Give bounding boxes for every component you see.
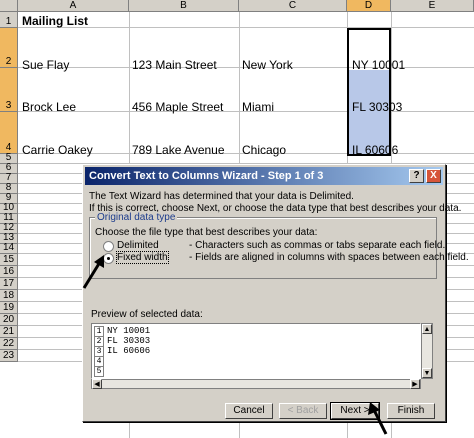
option-fixed-width-desc: - Fields are aligned in columns with spa…	[189, 252, 469, 263]
option-delimited-label[interactable]: Delimited	[117, 240, 159, 251]
cancel-button[interactable]: Cancel	[225, 403, 273, 419]
radio-fixed-width[interactable]	[103, 253, 114, 264]
radio-delimited[interactable]	[103, 241, 114, 252]
column-header-b[interactable]: B	[129, 0, 239, 12]
row-header[interactable]: 19	[0, 302, 18, 314]
preview-line-text: NY 10001	[107, 326, 151, 336]
preview-line-text: IL 60606	[107, 346, 151, 356]
row-header[interactable]: 2	[0, 28, 18, 68]
row-header[interactable]: 1	[0, 12, 18, 28]
back-button[interactable]: < Back	[279, 403, 327, 419]
dialog-title-bar[interactable]: Convert Text to Columns Wizard - Step 1 …	[85, 167, 443, 185]
choose-prompt: Choose the file type that best describes…	[95, 227, 318, 238]
cell-a2[interactable]: Sue Flay	[22, 58, 69, 72]
cell-c4[interactable]: Chicago	[242, 143, 286, 157]
finish-button[interactable]: Finish	[387, 403, 435, 419]
row-header[interactable]: 18	[0, 290, 18, 302]
intro-line-1: The Text Wizard has determined that your…	[89, 191, 354, 202]
row-header[interactable]: 14	[0, 242, 18, 254]
column-header-d[interactable]: D	[347, 0, 391, 12]
scroll-left-icon[interactable]: ◀	[92, 379, 102, 389]
cell-a4[interactable]: Carrie Oakey	[22, 143, 93, 157]
cell-c3[interactable]: Miami	[242, 100, 274, 114]
selection-border	[347, 28, 391, 156]
row-header[interactable]: 15	[0, 254, 18, 266]
preview-line-text: FL 30303	[107, 336, 151, 346]
column-header-a[interactable]: A	[18, 0, 129, 12]
cell-c2[interactable]: New York	[242, 58, 293, 72]
row-header[interactable]: 22	[0, 338, 18, 350]
row-header[interactable]: 23	[0, 350, 18, 362]
row-header[interactable]: 16	[0, 266, 18, 278]
column-header-c[interactable]: C	[239, 0, 347, 12]
preview-line-number: 5	[94, 366, 104, 377]
help-icon[interactable]: ?	[409, 169, 424, 183]
next-button[interactable]: Next >	[330, 402, 380, 420]
row-header[interactable]: 3	[0, 68, 18, 112]
row-header[interactable]: 21	[0, 326, 18, 338]
preview-vertical-scrollbar[interactable]: ▲ ▼	[421, 323, 433, 379]
close-icon[interactable]: X	[426, 169, 441, 183]
option-delimited-desc: - Characters such as commas or tabs sepa…	[189, 240, 446, 251]
cell-b3[interactable]: 456 Maple Street	[132, 100, 223, 114]
select-all-corner[interactable]	[0, 0, 18, 12]
preview-label: Preview of selected data:	[91, 309, 203, 320]
option-fixed-width-label[interactable]: Fixed width	[116, 251, 169, 264]
preview-line: 5	[94, 366, 107, 377]
preview-horizontal-scrollbar[interactable]: ◀ ▶	[91, 379, 421, 389]
dialog-title: Convert Text to Columns Wizard - Step 1 …	[89, 170, 324, 182]
scroll-up-icon[interactable]: ▲	[422, 324, 432, 334]
row-header[interactable]: 17	[0, 278, 18, 290]
scroll-down-icon[interactable]: ▼	[422, 368, 432, 378]
title-cell[interactable]: Mailing List	[22, 14, 88, 28]
data-preview[interactable]: 1 NY 10001 2 FL 30303 3 IL 60606 4 5	[91, 323, 421, 379]
row-header[interactable]: 20	[0, 314, 18, 326]
scroll-right-icon[interactable]: ▶	[410, 379, 420, 389]
cell-b2[interactable]: 123 Main Street	[132, 58, 217, 72]
group-label: Original data type	[95, 212, 178, 223]
column-header-e[interactable]: E	[391, 0, 474, 12]
cell-b4[interactable]: 789 Lake Avenue	[132, 143, 225, 157]
cell-a3[interactable]: Brock Lee	[22, 100, 76, 114]
text-to-columns-dialog: Convert Text to Columns Wizard - Step 1 …	[82, 164, 469, 422]
row-header[interactable]: 4	[0, 112, 18, 154]
